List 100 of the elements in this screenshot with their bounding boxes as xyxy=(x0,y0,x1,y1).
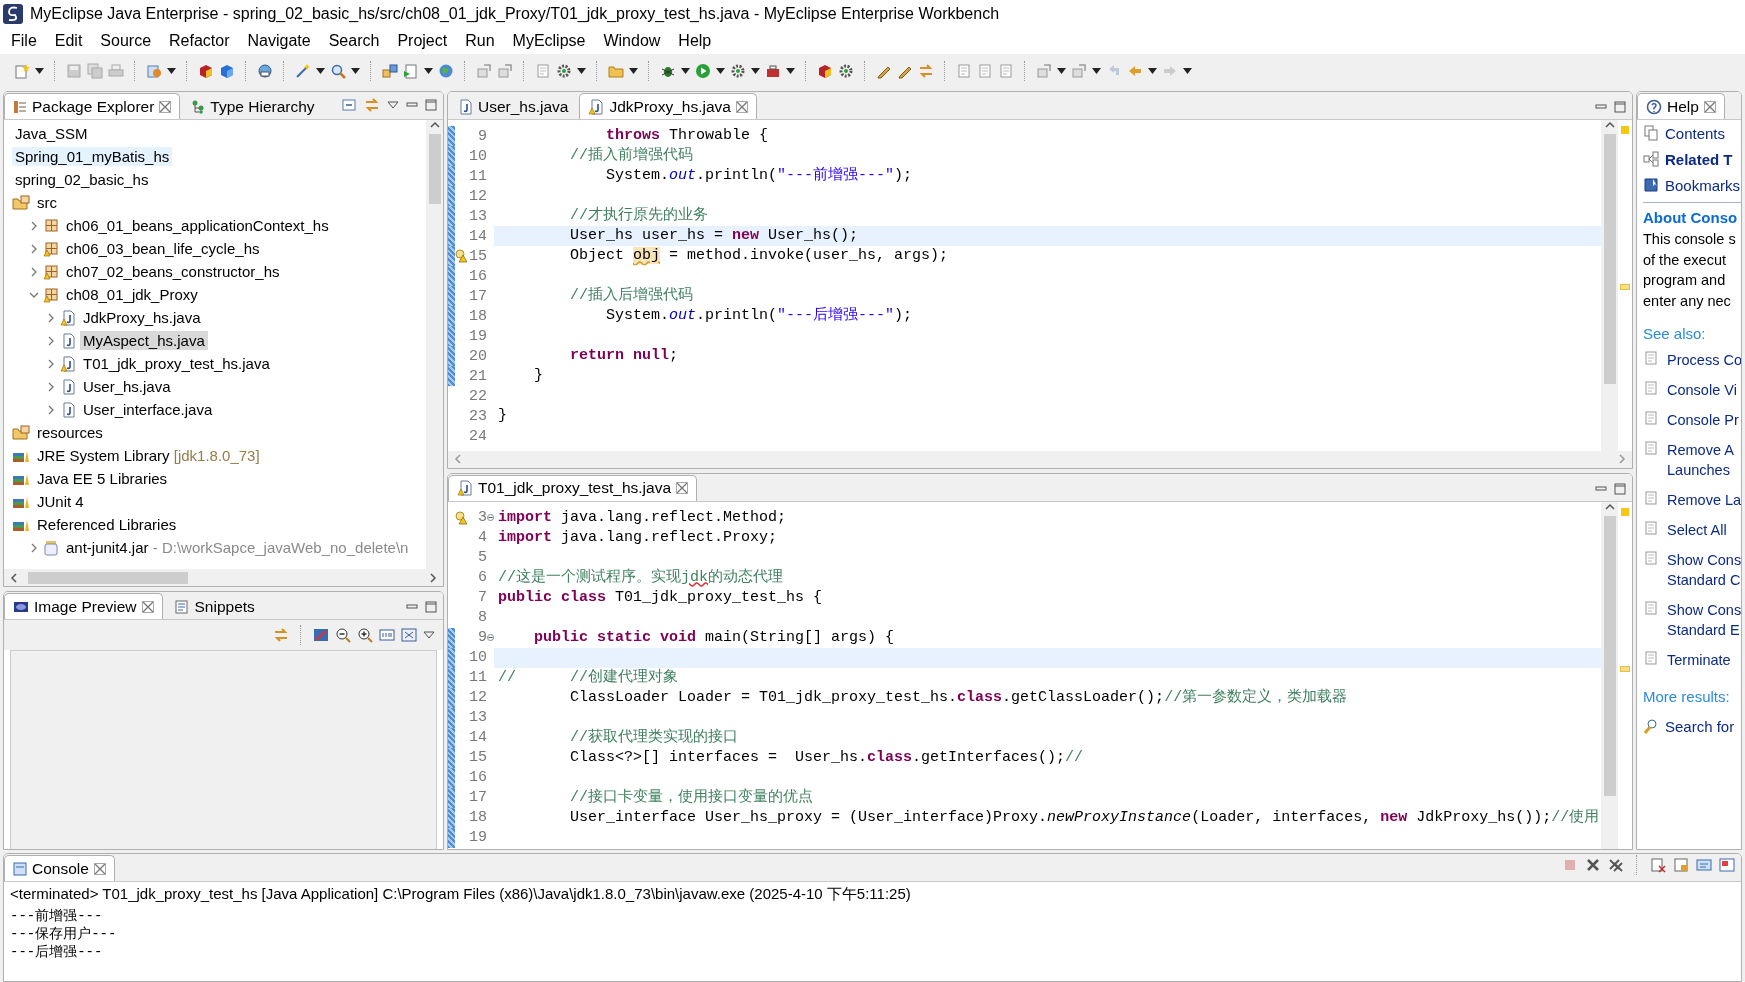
globe-icon[interactable] xyxy=(257,63,273,79)
help-topic-link[interactable]: Select All xyxy=(1667,520,1727,540)
view-menu-icon[interactable] xyxy=(423,631,435,639)
menu-item[interactable]: Navigate xyxy=(238,30,320,52)
help-topic-link[interactable]: Remove La xyxy=(1667,490,1741,510)
maximize-icon[interactable] xyxy=(425,601,437,613)
editor-tab[interactable]: JdkProxy_hs.java xyxy=(579,93,757,119)
caret-icon[interactable] xyxy=(351,68,360,74)
chevron-up-icon[interactable] xyxy=(1603,501,1616,512)
help-link[interactable]: Contents xyxy=(1665,124,1726,142)
chevron-right-icon[interactable] xyxy=(29,243,39,254)
close-icon[interactable] xyxy=(159,100,172,113)
tree-item[interactable]: User_hs.java xyxy=(80,377,174,396)
tree-item[interactable]: JdkProxy_hs.java xyxy=(80,308,204,327)
tree-item[interactable]: ch07_02_beans_constructor_hs xyxy=(63,262,283,281)
tree-item[interactable]: Referenced Libraries xyxy=(34,515,180,534)
scroll-lock-icon[interactable] xyxy=(1673,857,1689,873)
tree-item[interactable]: JUnit 4 xyxy=(34,492,87,511)
view-tab[interactable]: Help xyxy=(1637,93,1725,119)
zoom-in-icon[interactable] xyxy=(357,627,373,643)
help-topic-link[interactable]: Process Co xyxy=(1667,350,1741,370)
view-tab[interactable]: Package Explorer xyxy=(4,93,181,119)
caret-icon[interactable] xyxy=(35,68,44,74)
cube-icon[interactable] xyxy=(198,63,214,79)
help-topic-link[interactable]: Remove A Launches xyxy=(1667,440,1734,480)
close-icon[interactable] xyxy=(1703,100,1716,113)
caret-icon[interactable] xyxy=(716,68,725,74)
menu-item[interactable]: Run xyxy=(456,30,504,52)
warning-marker[interactable] xyxy=(1621,507,1629,516)
tree-item[interactable]: ant-junit4.jar - D:\workSapce_javaWeb_no_delete\n xyxy=(63,538,412,557)
editor-tab[interactable]: User_hs.java xyxy=(448,93,578,119)
maximize-icon[interactable] xyxy=(1614,101,1626,113)
gear-icon[interactable] xyxy=(838,63,854,79)
tree-item[interactable]: JRE System Library [jdk1.8.0_73] xyxy=(34,446,263,465)
tree-item[interactable]: User_interface.java xyxy=(80,400,216,419)
help-topic-link[interactable]: Show Cons Standard C xyxy=(1667,550,1741,590)
fold-minus-icon[interactable] xyxy=(487,514,494,521)
cube-icon[interactable] xyxy=(219,63,235,79)
help-topic-link[interactable]: Terminate xyxy=(1667,650,1731,670)
caret-icon[interactable] xyxy=(577,68,586,74)
menu-item[interactable]: Project xyxy=(388,30,457,52)
tree-item[interactable]: ch06_03_bean_life_cycle_hs xyxy=(63,239,263,258)
display-console-icon[interactable] xyxy=(1719,857,1735,873)
scrollbar-thumb[interactable] xyxy=(1603,515,1616,796)
caret-icon[interactable] xyxy=(1183,68,1192,74)
view-menu-icon[interactable] xyxy=(387,101,399,109)
chevron-right-icon[interactable] xyxy=(46,335,56,346)
scrollbar-thumb[interactable] xyxy=(1603,134,1616,384)
close-icon[interactable] xyxy=(93,862,106,875)
menu-item[interactable]: Refactor xyxy=(160,30,239,52)
caret-icon[interactable] xyxy=(167,68,176,74)
collapse-all-icon[interactable] xyxy=(341,97,357,113)
vertical-scrollbar[interactable] xyxy=(1601,120,1618,451)
close-icon[interactable] xyxy=(141,600,154,613)
view-tab[interactable]: Type Hierarchy xyxy=(182,93,324,119)
gear-icon[interactable] xyxy=(556,63,572,79)
menu-item[interactable]: Edit xyxy=(45,30,92,52)
caret-icon[interactable] xyxy=(424,68,433,74)
sync-arrows-icon[interactable] xyxy=(364,97,380,113)
close-icon[interactable] xyxy=(735,100,748,113)
chevron-right-icon[interactable] xyxy=(29,220,39,231)
menu-item[interactable]: Source xyxy=(91,30,161,52)
view-tab[interactable]: Image Preview xyxy=(4,593,163,619)
menu-item[interactable]: Search xyxy=(319,30,389,52)
actual-size-icon[interactable] xyxy=(379,627,395,643)
chevron-right-icon[interactable] xyxy=(29,542,39,553)
caret-icon[interactable] xyxy=(751,68,760,74)
caret-icon[interactable] xyxy=(316,68,325,74)
tree-item[interactable]: Java_SSM xyxy=(12,124,91,143)
caret-icon[interactable] xyxy=(1148,68,1157,74)
maximize-icon[interactable] xyxy=(1614,482,1626,495)
help-link[interactable]: Search for xyxy=(1665,717,1735,735)
tree-item[interactable]: MyAspect_hs.java xyxy=(80,331,208,350)
help-link[interactable]: Related T xyxy=(1665,150,1733,168)
warning-bulb-icon[interactable] xyxy=(455,249,467,263)
clear-console-icon[interactable] xyxy=(1650,857,1666,873)
help-topic-link[interactable]: Console Pr xyxy=(1667,410,1739,430)
sync-arrows-icon[interactable] xyxy=(273,627,289,643)
menu-item[interactable]: Window xyxy=(594,30,670,52)
caret-icon[interactable] xyxy=(1092,68,1101,74)
scrollbar-thumb[interactable] xyxy=(428,134,441,204)
chevron-up-icon[interactable] xyxy=(1603,120,1616,130)
vertical-scrollbar[interactable] xyxy=(1601,501,1618,849)
server-icon[interactable] xyxy=(146,63,162,79)
chevron-right-icon[interactable] xyxy=(29,266,39,277)
sync-arrows-icon[interactable] xyxy=(918,63,934,79)
tree-item[interactable]: T01_jdk_proxy_test_hs.java xyxy=(80,354,273,373)
fold-minus-icon[interactable] xyxy=(487,634,494,641)
warning-bulb-icon[interactable] xyxy=(455,510,467,525)
zoom-out-icon[interactable] xyxy=(335,627,351,643)
remove-icon[interactable] xyxy=(1585,857,1601,873)
chevron-right-icon[interactable] xyxy=(46,312,56,323)
cube-icon[interactable] xyxy=(817,63,833,79)
tree-item[interactable]: spring_02_basic_hs xyxy=(12,170,152,189)
gear-icon[interactable] xyxy=(730,63,746,79)
run-file-icon[interactable] xyxy=(403,63,419,79)
occurrence-marker[interactable] xyxy=(1620,665,1630,672)
tree-item[interactable]: Spring_01_myBatis_hs xyxy=(12,147,173,166)
image-icon[interactable] xyxy=(313,627,329,643)
menu-item[interactable]: MyEclipse xyxy=(503,30,595,52)
